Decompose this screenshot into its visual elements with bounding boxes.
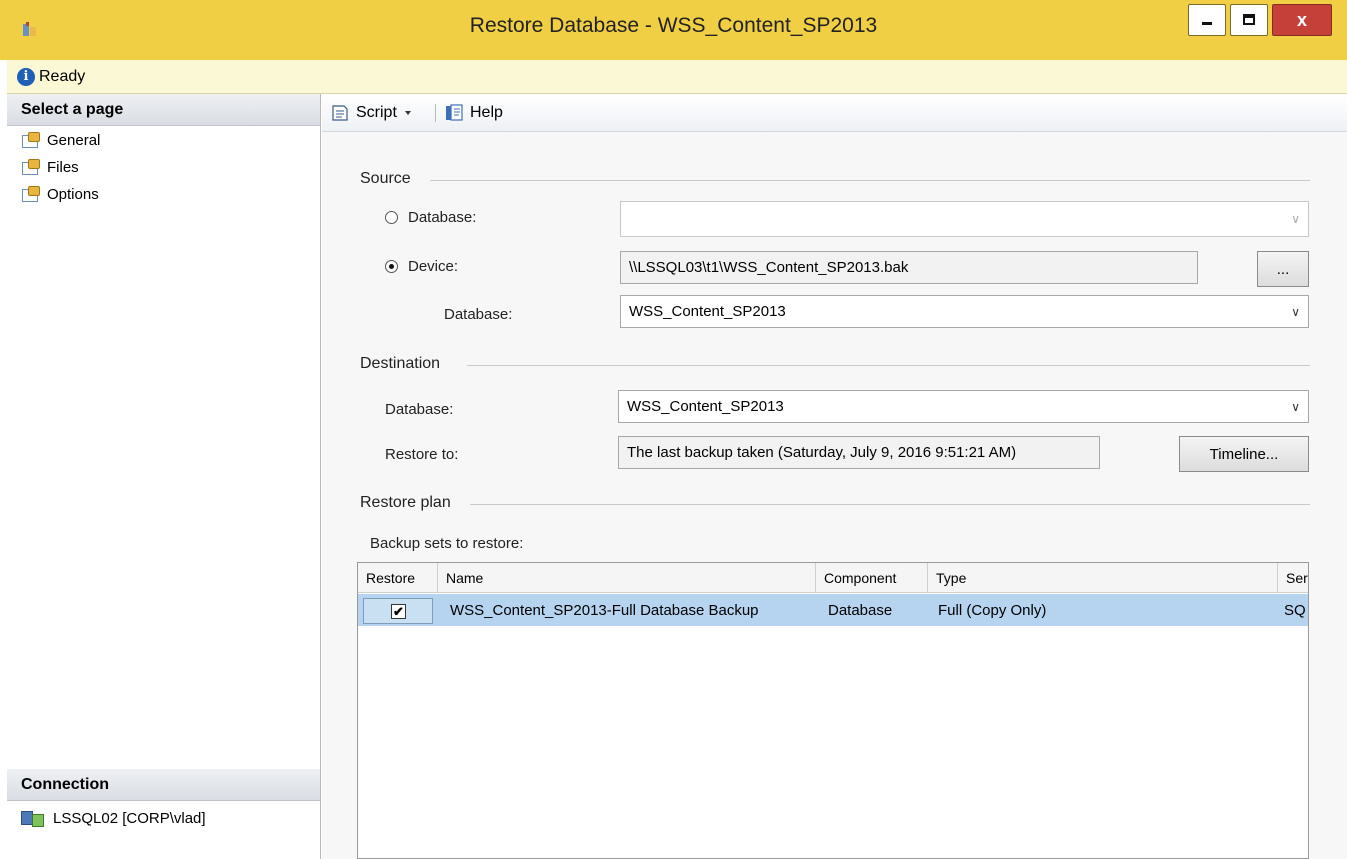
maximize-icon (1243, 14, 1255, 25)
page-wrench-icon (21, 132, 40, 148)
destination-database-select[interactable]: WSS_Content_SP2013 ∨ (618, 390, 1309, 423)
column-header-restore[interactable]: Restore (358, 563, 438, 593)
help-icon (446, 104, 463, 121)
maximize-button[interactable] (1230, 4, 1268, 36)
page-wrench-icon (21, 159, 40, 175)
timeline-button[interactable]: Timeline... (1179, 436, 1309, 472)
column-header-name[interactable]: Name (438, 563, 816, 593)
type-cell: Full (Copy Only) (938, 602, 1047, 619)
page-item-label: General (47, 131, 101, 149)
restore-cell[interactable]: ✔ (363, 598, 433, 624)
page-item-files[interactable]: Files (21, 155, 79, 179)
column-header-type[interactable]: Type (928, 563, 1278, 593)
column-header-server[interactable]: Ser (1278, 563, 1308, 593)
chevron-down-icon: ∨ (1291, 212, 1300, 226)
timeline-label: Timeline... (1209, 445, 1279, 463)
script-icon (332, 105, 348, 121)
connection-header: Connection (7, 769, 320, 801)
restore-to-field[interactable]: The last backup taken (Saturday, July 9,… (618, 436, 1100, 469)
general-page: Script Help Source Database: ∨ Device: \… (322, 94, 1347, 859)
table-row[interactable]: ✔ WSS_Content_SP2013-Full Database Backu… (358, 594, 1308, 626)
device-radio-label: Device: (408, 258, 459, 275)
column-header-component[interactable]: Component (816, 563, 928, 593)
title-bar[interactable]: Restore Database - WSS_Content_SP2013 x (0, 0, 1347, 60)
page-item-label: Options (47, 185, 99, 203)
device-radio[interactable]: Device: (385, 258, 458, 275)
page-item-label: Files (47, 158, 79, 176)
page-item-general[interactable]: General (21, 128, 100, 152)
script-button[interactable]: Script (330, 102, 413, 124)
backup-sets-label: Backup sets to restore: (370, 535, 524, 552)
chevron-down-icon: ∨ (1291, 304, 1300, 319)
restore-plan-section-title: Restore plan (360, 494, 451, 511)
database-radio-label: Database: (408, 209, 477, 226)
component-cell: Database (828, 602, 893, 619)
backup-sets-grid[interactable]: Restore Name Component Type Ser ✔ WSS_Co… (357, 562, 1309, 859)
destination-database-value: WSS_Content_SP2013 (627, 398, 784, 415)
device-path-field[interactable]: \\LSSQL03\t1\WSS_Content_SP2013.bak (620, 251, 1198, 284)
help-button[interactable]: Help (444, 102, 503, 124)
status-text: Ready (39, 68, 86, 85)
script-label: Script (356, 104, 397, 121)
chevron-down-icon: ∨ (1291, 399, 1300, 414)
connection-text: LSSQL02 [CORP\vlad] (53, 809, 206, 827)
source-divider (430, 180, 1310, 181)
info-icon: i (17, 68, 35, 86)
device-database-value: WSS_Content_SP2013 (629, 303, 786, 320)
destination-section-title: Destination (360, 355, 441, 372)
restore-to-label: Restore to: (385, 446, 459, 463)
help-label: Help (470, 104, 503, 121)
radio-button[interactable] (385, 260, 398, 273)
status-bar: i Ready (7, 60, 1347, 94)
browse-label: ... (1276, 260, 1290, 278)
server-cell: SQ (1284, 602, 1306, 619)
page-item-options[interactable]: Options (21, 182, 99, 206)
restore-plan-divider (470, 504, 1310, 505)
page-wrench-icon (21, 186, 40, 202)
left-panel: Select a page General Files Options Conn… (7, 94, 321, 859)
database-radio[interactable]: Database: (385, 209, 476, 226)
device-path-value: \\LSSQL03\t1\WSS_Content_SP2013.bak (629, 259, 909, 276)
minimize-button[interactable] (1188, 4, 1226, 36)
restore-checkbox[interactable]: ✔ (391, 604, 406, 619)
connection-item[interactable]: LSSQL02 [CORP\vlad] (21, 806, 206, 830)
source-database-select[interactable]: ∨ (620, 201, 1309, 237)
restore-to-value: The last backup taken (Saturday, July 9,… (627, 444, 1017, 461)
chevron-down-icon[interactable] (403, 108, 413, 118)
toolbar-separator (435, 104, 436, 122)
browse-device-button[interactable]: ... (1257, 251, 1309, 287)
source-section-title: Source (360, 170, 411, 187)
source-database-label: Database: (444, 306, 513, 323)
backup-name-cell: WSS_Content_SP2013-Full Database Backup (450, 602, 759, 619)
close-icon: x (1296, 9, 1307, 30)
close-button[interactable]: x (1272, 4, 1332, 36)
device-database-select[interactable]: WSS_Content_SP2013 ∨ (620, 295, 1309, 328)
radio-button[interactable] (385, 211, 398, 224)
server-connection-icon (21, 809, 45, 827)
select-page-header: Select a page (7, 94, 320, 126)
window-title: Restore Database - WSS_Content_SP2013 (469, 14, 878, 37)
minimize-icon (1202, 22, 1212, 25)
toolbar: Script Help (322, 94, 1347, 132)
destination-database-label: Database: (385, 401, 454, 418)
destination-divider (467, 365, 1310, 366)
